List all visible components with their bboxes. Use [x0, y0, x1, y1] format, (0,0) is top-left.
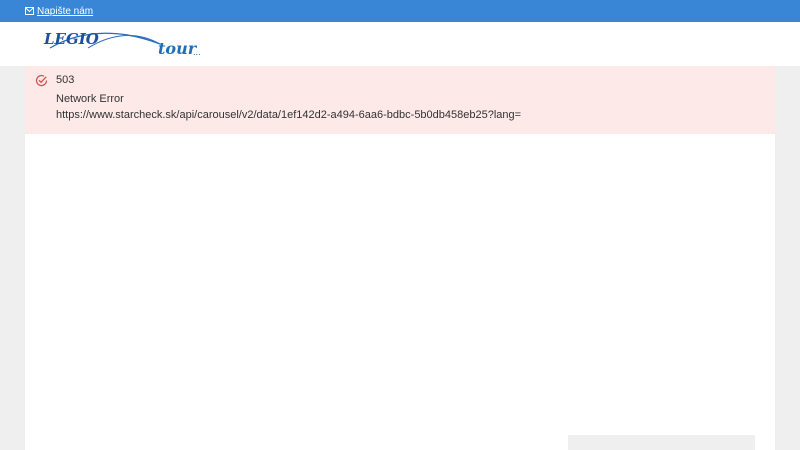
contact-label: Napište nám — [37, 5, 94, 17]
check-circle-icon — [35, 74, 48, 87]
logo-suffix: ... — [193, 48, 201, 57]
error-alert: 503 Network Error https://www.starcheck.… — [25, 66, 775, 134]
top-bar: Napište nám — [0, 0, 800, 22]
site-logo[interactable]: LEGIO tour ... — [44, 28, 204, 62]
site-header: LEGIO tour ... — [0, 22, 800, 66]
contact-link[interactable]: Napište nám — [25, 4, 93, 18]
mail-icon — [25, 7, 34, 15]
logo-word-tour: tour — [158, 39, 197, 58]
error-url: https://www.starcheck.sk/api/carousel/v2… — [56, 109, 522, 121]
error-title: Network Error — [56, 93, 124, 105]
main-content: 503 Network Error https://www.starcheck.… — [25, 66, 775, 450]
error-code: 503 — [56, 74, 75, 86]
logo-word-legio: LEGIO — [44, 30, 99, 48]
placeholder-box — [568, 435, 755, 450]
